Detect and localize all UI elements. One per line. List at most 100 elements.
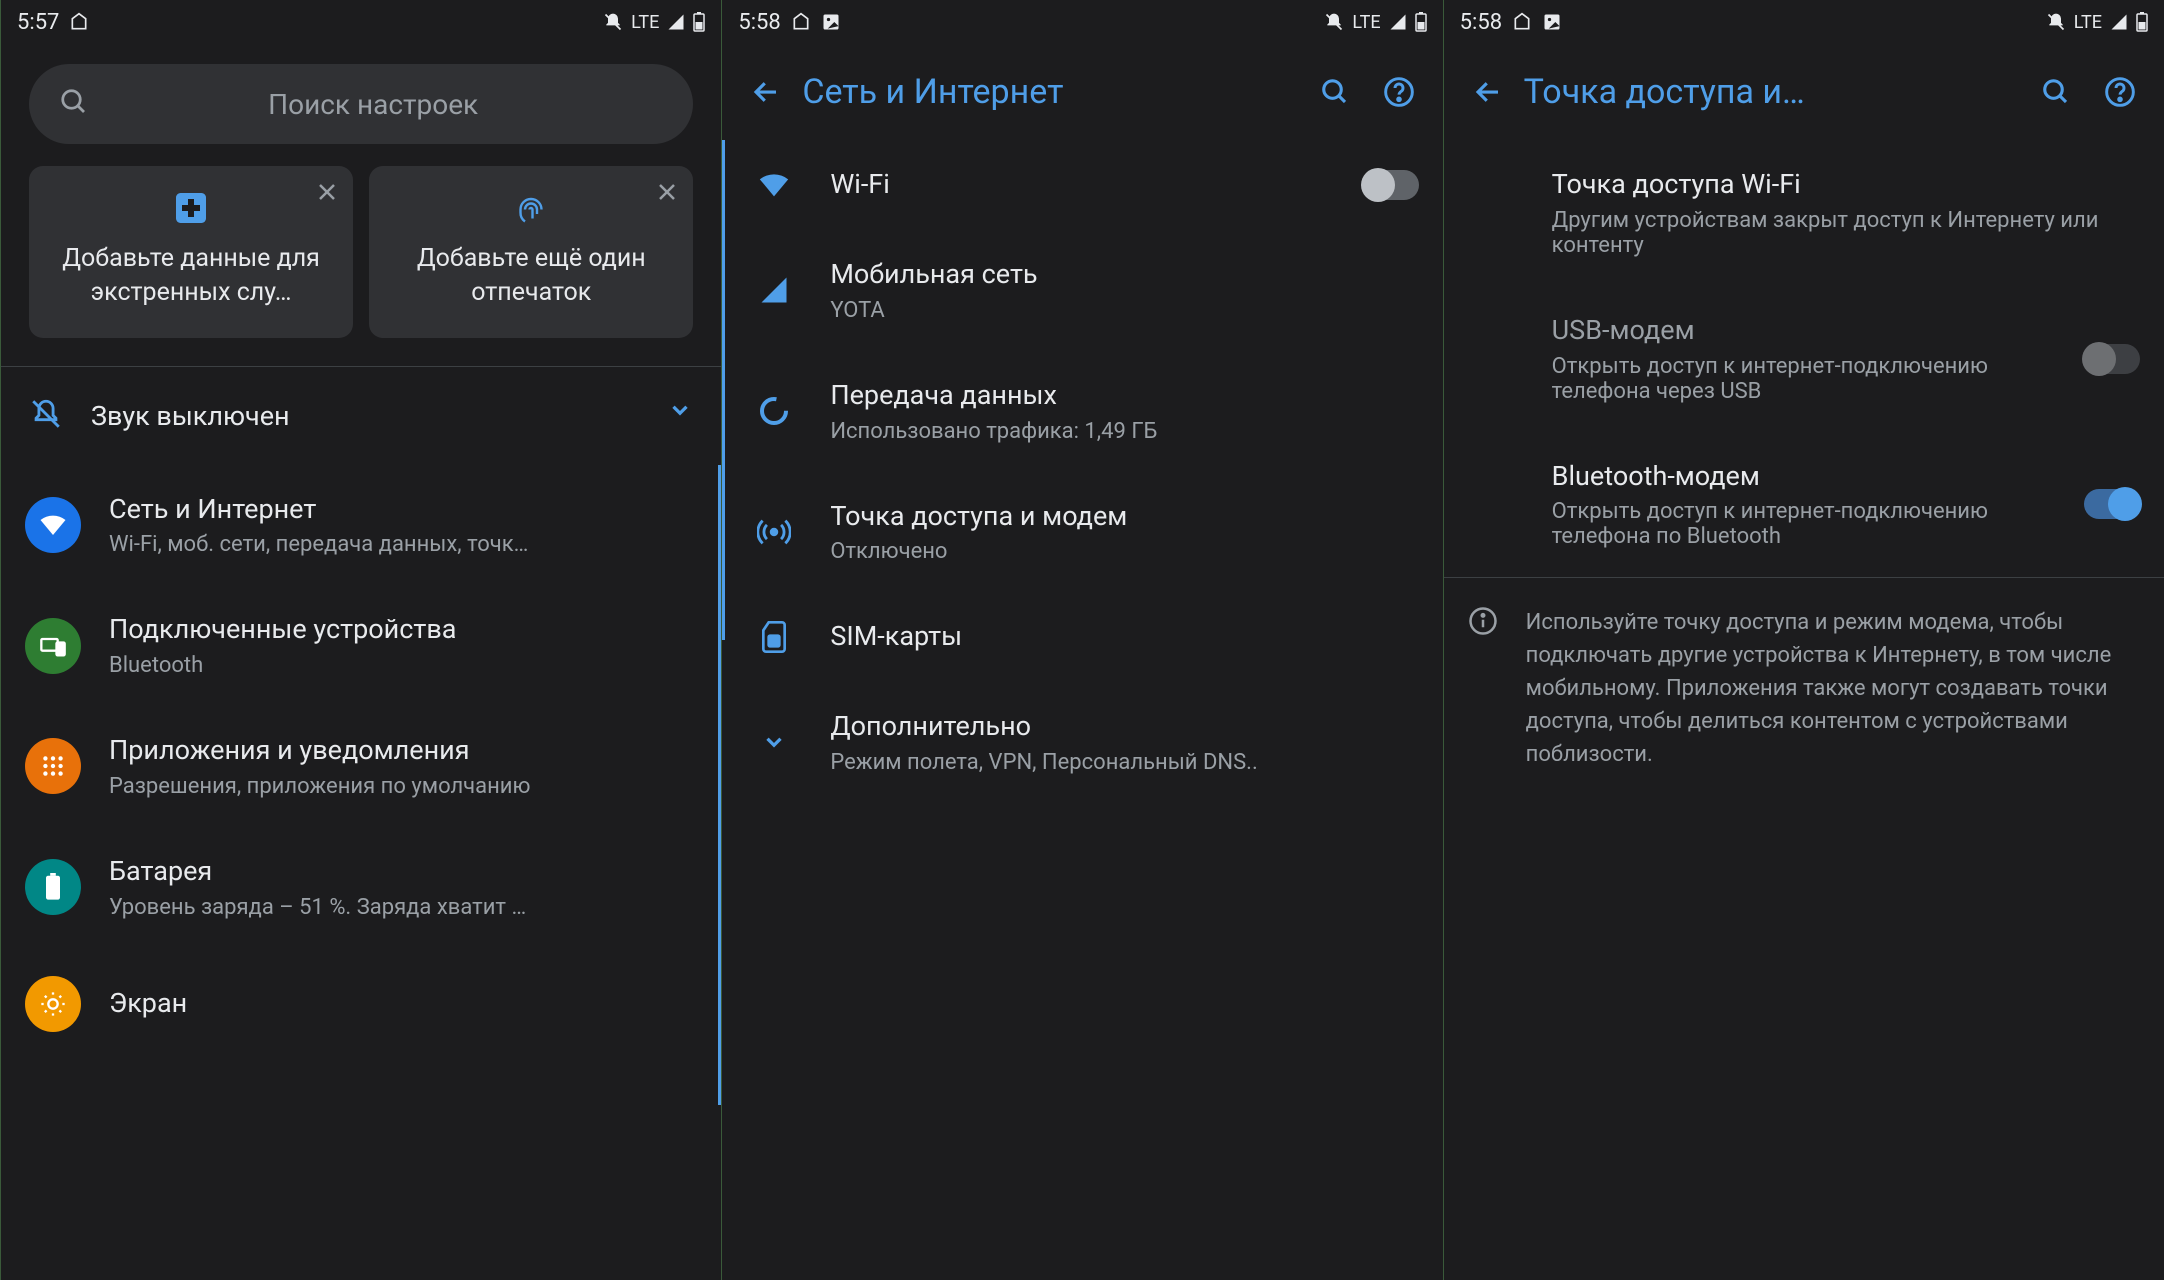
item-display[interactable]: Экран <box>1 948 721 1060</box>
sound-label: Звук выключен <box>91 400 290 432</box>
app-bar: Сеть и Интернет <box>722 44 1442 140</box>
signal-icon <box>667 13 685 31</box>
item-title: Wi-Fi <box>830 168 1334 202</box>
item-subtitle: Другим устройствам закрыт доступ к Интер… <box>1552 208 2140 258</box>
item-wifi[interactable]: Wi-Fi <box>722 140 1442 230</box>
item-title: Bluetooth-модем <box>1552 460 2056 494</box>
info-text: Используйте точку доступа и режим модема… <box>1526 606 2140 771</box>
item-wifi-hotspot[interactable]: Точка доступа Wi-Fi Другим устройствам з… <box>1444 140 2164 286</box>
item-mobile-network[interactable]: Мобильная сеть YOTA <box>722 230 1442 351</box>
item-subtitle: YOTA <box>830 298 1418 323</box>
item-title: Батарея <box>109 855 697 889</box>
hotspot-tethering-panel: 5:58 LTE Точка доступа и… Точка доступа … <box>1443 0 2164 1280</box>
back-button[interactable] <box>1460 64 1516 120</box>
item-subtitle: Режим полета, VPN, Персональный DNS.. <box>830 750 1418 775</box>
search-button[interactable] <box>2028 64 2084 120</box>
item-connected-devices[interactable]: Подключенные устройства Bluetooth <box>1 585 721 706</box>
item-title: Мобильная сеть <box>830 258 1418 292</box>
network-internet-panel: 5:58 LTE Сеть и Интернет W <box>721 0 1442 1280</box>
item-title: SIM-карты <box>830 620 1418 654</box>
chevron-down-icon <box>667 397 693 435</box>
page-title: Сеть и Интернет <box>802 72 1298 112</box>
fingerprint-icon <box>387 190 675 226</box>
chevron-down-icon <box>746 729 802 755</box>
item-sim-cards[interactable]: SIM-карты <box>722 592 1442 682</box>
data-usage-icon <box>746 395 802 427</box>
item-subtitle: Bluetooth <box>109 653 697 678</box>
close-icon[interactable] <box>655 180 679 204</box>
signal-icon <box>746 275 802 305</box>
item-title: USB-модем <box>1552 314 2056 348</box>
status-bar: 5:58 LTE <box>1444 0 2164 44</box>
network-label: LTE <box>631 12 659 33</box>
clock-text: 5:58 <box>1460 10 1502 35</box>
item-usb-tethering: USB-модем Открыть доступ к интернет-подк… <box>1444 286 2164 432</box>
item-title: Экран <box>109 987 697 1021</box>
item-bluetooth-tethering[interactable]: Bluetooth-модем Открыть доступ к интерне… <box>1444 432 2164 578</box>
clock-text: 5:58 <box>738 10 780 35</box>
item-title: Передача данных <box>830 379 1418 413</box>
help-button[interactable] <box>1371 64 1427 120</box>
item-title: Сеть и Интернет <box>109 493 697 527</box>
item-data-usage[interactable]: Передача данных Использовано трафика: 1,… <box>722 351 1442 472</box>
card-add-fingerprint[interactable]: Добавьте ещё один отпечаток <box>369 166 693 338</box>
card-label: Добавьте данные для экстренных слу… <box>47 242 335 310</box>
close-icon[interactable] <box>315 180 339 204</box>
item-subtitle: Уровень заряда – 51 %. Заряда хватит … <box>109 895 697 920</box>
item-title: Дополнительно <box>830 710 1418 744</box>
item-advanced[interactable]: Дополнительно Режим полета, VPN, Персона… <box>722 682 1442 803</box>
bell-off-icon <box>29 397 63 435</box>
network-label: LTE <box>1352 12 1380 33</box>
back-button[interactable] <box>738 64 794 120</box>
battery-icon <box>2136 12 2148 32</box>
card-label: Добавьте ещё один отпечаток <box>387 242 675 310</box>
item-battery[interactable]: Батарея Уровень заряда – 51 %. Заряда хв… <box>1 827 721 948</box>
signal-icon <box>1389 13 1407 31</box>
mute-icon <box>1324 12 1344 32</box>
item-subtitle: Открыть доступ к интернет-подключению те… <box>1552 499 2056 549</box>
suggestion-cards: Добавьте данные для экстренных слу… Доба… <box>1 166 721 366</box>
app-icon <box>791 12 811 32</box>
wifi-icon <box>746 168 802 202</box>
brightness-icon <box>25 976 81 1032</box>
settings-root-panel: 5:57 LTE Поиск настроек <box>0 0 721 1280</box>
item-subtitle: Разрешения, приложения по умолчанию <box>109 774 697 799</box>
item-apps-notifications[interactable]: Приложения и уведомления Разрешения, при… <box>1 706 721 827</box>
search-placeholder: Поиск настроек <box>83 88 663 121</box>
bluetooth-tethering-toggle[interactable] <box>2084 489 2140 519</box>
clock-text: 5:57 <box>17 10 59 35</box>
hotspot-icon <box>746 515 802 549</box>
status-bar: 5:58 LTE <box>722 0 1442 44</box>
item-subtitle: Использовано трафика: 1,49 ГБ <box>830 419 1418 444</box>
item-title: Точка доступа и модем <box>830 500 1418 534</box>
info-icon <box>1468 606 1498 771</box>
info-note: Используйте точку доступа и режим модема… <box>1444 578 2164 799</box>
picture-icon <box>821 12 841 32</box>
sim-icon <box>746 621 802 653</box>
search-settings[interactable]: Поиск настроек <box>29 64 693 144</box>
apps-icon <box>25 738 81 794</box>
app-icon <box>69 12 89 32</box>
scroll-indicator <box>722 140 725 640</box>
wifi-icon <box>25 497 81 553</box>
mute-icon <box>603 12 623 32</box>
card-emergency-info[interactable]: Добавьте данные для экстренных слу… <box>29 166 353 338</box>
item-network-internet[interactable]: Сеть и Интернет Wi-Fi, моб. сети, переда… <box>1 465 721 586</box>
item-title: Приложения и уведомления <box>109 734 697 768</box>
item-title: Точка доступа Wi-Fi <box>1552 168 2140 202</box>
network-label: LTE <box>2074 12 2102 33</box>
sound-muted-row[interactable]: Звук выключен <box>1 367 721 465</box>
battery-icon <box>693 12 705 32</box>
app-bar: Точка доступа и… <box>1444 44 2164 140</box>
app-icon <box>1512 12 1532 32</box>
battery-icon <box>25 859 81 915</box>
battery-icon <box>1415 12 1427 32</box>
help-button[interactable] <box>2092 64 2148 120</box>
wifi-toggle[interactable] <box>1363 170 1419 200</box>
mute-icon <box>2046 12 2066 32</box>
item-subtitle: Отключено <box>830 539 1418 564</box>
page-title: Точка доступа и… <box>1524 72 2020 112</box>
item-hotspot-tethering[interactable]: Точка доступа и модем Отключено <box>722 472 1442 593</box>
signal-icon <box>2110 13 2128 31</box>
search-button[interactable] <box>1307 64 1363 120</box>
